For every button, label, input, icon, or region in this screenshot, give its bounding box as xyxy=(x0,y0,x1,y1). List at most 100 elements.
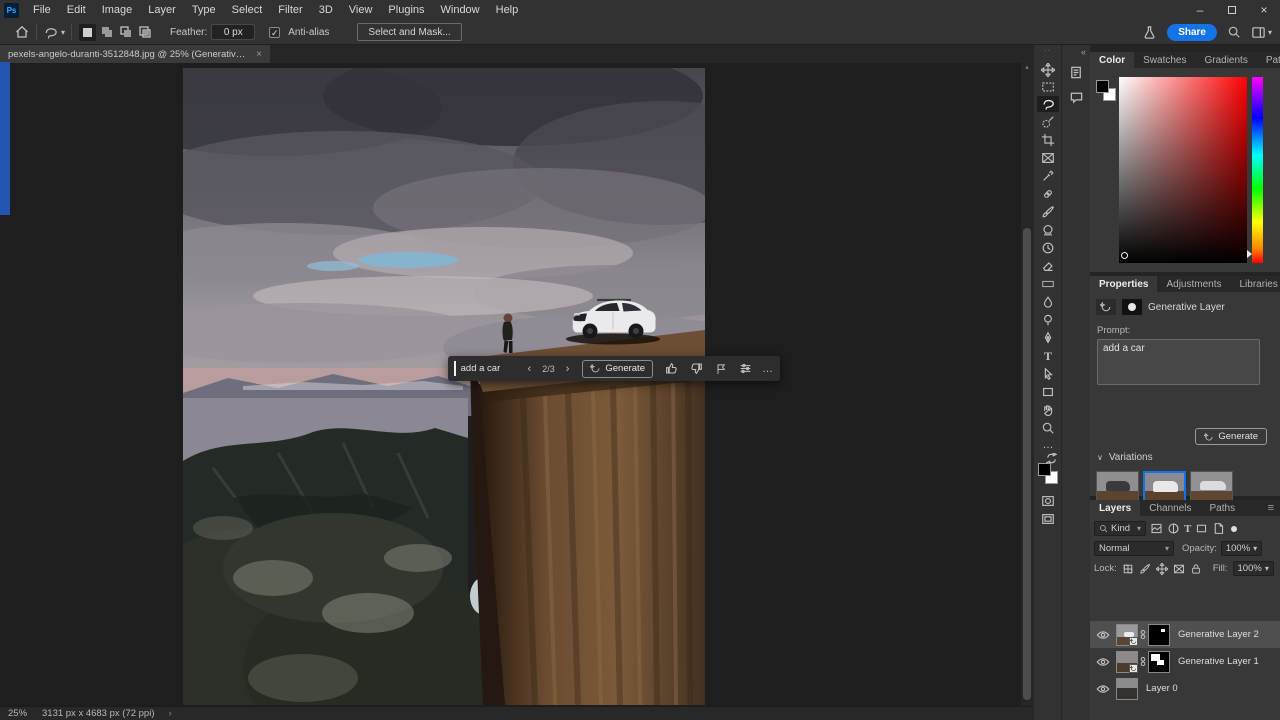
opacity-value[interactable]: 100% ▾ xyxy=(1220,541,1263,556)
lasso-tool[interactable] xyxy=(1037,96,1059,112)
menu-3d[interactable]: 3D xyxy=(311,0,341,20)
variation-thumb-2-selected[interactable] xyxy=(1143,471,1186,503)
maximize-button[interactable] xyxy=(1216,0,1248,20)
menu-type[interactable]: Type xyxy=(184,0,224,20)
menu-plugins[interactable]: Plugins xyxy=(380,0,432,20)
lock-all-icon[interactable] xyxy=(1190,563,1202,575)
tab-adjustments[interactable]: Adjustments xyxy=(1157,276,1230,292)
crop-tool[interactable] xyxy=(1037,132,1059,148)
screen-mode-icon[interactable] xyxy=(1037,511,1059,527)
lock-position-icon[interactable] xyxy=(1156,563,1168,575)
history-panel-icon[interactable] xyxy=(1062,59,1090,80)
tab-gradients[interactable]: Gradients xyxy=(1195,52,1256,68)
minimize-button[interactable]: – xyxy=(1184,0,1216,20)
menu-filter[interactable]: Filter xyxy=(270,0,310,20)
pen-tool[interactable] xyxy=(1037,330,1059,346)
more-options-icon[interactable]: … xyxy=(758,363,774,375)
history-brush-tool[interactable] xyxy=(1037,240,1059,256)
layer-row-generative-2[interactable]: Generative Layer 2 xyxy=(1090,621,1280,648)
tab-layers[interactable]: Layers xyxy=(1090,500,1141,516)
layer-name[interactable]: Generative Layer 2 xyxy=(1178,629,1259,640)
layer-mask-thumbnail[interactable] xyxy=(1148,650,1170,673)
thumbs-down-icon[interactable] xyxy=(684,362,709,375)
properties-generate-button[interactable]: Generate xyxy=(1195,428,1267,445)
report-flag-icon[interactable] xyxy=(709,363,733,375)
home-icon[interactable] xyxy=(14,24,30,40)
type-tool[interactable]: T xyxy=(1037,348,1059,364)
menu-select[interactable]: Select xyxy=(224,0,271,20)
layer-name[interactable]: Generative Layer 1 xyxy=(1178,656,1259,667)
layers-panel-menu-icon[interactable]: ≡ xyxy=(1262,500,1280,516)
share-button[interactable]: Share xyxy=(1167,23,1217,41)
visibility-eye-icon[interactable] xyxy=(1090,628,1116,642)
menu-window[interactable]: Window xyxy=(433,0,488,20)
fill-value[interactable]: 100% ▾ xyxy=(1232,561,1274,576)
brush-tool[interactable] xyxy=(1037,204,1059,220)
variation-thumb-3[interactable] xyxy=(1190,471,1233,503)
variations-chevron-icon[interactable]: ∨ xyxy=(1097,453,1103,462)
subtract-from-selection-icon[interactable] xyxy=(117,24,134,41)
vertical-scrollbar[interactable]: ▴ xyxy=(1021,63,1033,706)
layer-thumbnail[interactable] xyxy=(1116,677,1138,700)
expand-panels-icon[interactable]: « xyxy=(1062,45,1090,59)
menu-layer[interactable]: Layer xyxy=(140,0,184,20)
eraser-tool[interactable] xyxy=(1037,258,1059,274)
layer-filter-kind-dropdown[interactable]: Kind ▾ xyxy=(1094,521,1146,536)
status-expand-icon[interactable]: › xyxy=(169,708,172,719)
generate-button[interactable]: Generate xyxy=(582,359,653,378)
zoom-tool[interactable] xyxy=(1037,420,1059,436)
antialias-checkbox[interactable]: ✓ xyxy=(269,26,281,38)
edit-toolbar-icon[interactable]: … xyxy=(1037,437,1059,453)
hand-tool[interactable] xyxy=(1037,402,1059,418)
thumbs-up-icon[interactable] xyxy=(659,362,684,375)
lock-artboard-icon[interactable] xyxy=(1173,563,1185,575)
blend-mode-dropdown[interactable]: Normal ▾ xyxy=(1094,541,1174,556)
intersect-selection-icon[interactable] xyxy=(136,24,153,41)
menu-image[interactable]: Image xyxy=(94,0,141,20)
gradient-tool[interactable] xyxy=(1037,276,1059,292)
visibility-eye-icon[interactable] xyxy=(1090,682,1116,696)
frame-tool[interactable] xyxy=(1037,150,1059,166)
menu-help[interactable]: Help xyxy=(488,0,527,20)
gen-prompt-input[interactable]: add a car xyxy=(461,363,521,374)
filter-adjustment-icon[interactable] xyxy=(1167,522,1180,535)
new-selection-icon[interactable] xyxy=(79,23,97,41)
dodge-tool[interactable] xyxy=(1037,312,1059,328)
beta-flask-icon[interactable] xyxy=(1142,25,1157,40)
quick-mask-icon[interactable] xyxy=(1037,493,1059,509)
spot-healing-tool[interactable] xyxy=(1037,186,1059,202)
marquee-tool[interactable] xyxy=(1037,79,1059,95)
comments-panel-icon[interactable] xyxy=(1062,80,1090,105)
menu-view[interactable]: View xyxy=(341,0,381,20)
add-to-selection-icon[interactable] xyxy=(98,24,115,41)
photoshop-logo-icon[interactable]: Ps xyxy=(4,2,19,18)
lock-transparent-icon[interactable] xyxy=(1122,563,1134,575)
mask-link-icon[interactable] xyxy=(1140,628,1146,641)
feather-input[interactable]: 0 px xyxy=(211,24,256,40)
close-button[interactable]: × xyxy=(1248,0,1280,20)
path-selection-tool[interactable] xyxy=(1037,366,1059,382)
foreground-color-swatch[interactable] xyxy=(1038,463,1051,476)
color-field-marker[interactable] xyxy=(1121,252,1128,259)
mask-link-icon[interactable] xyxy=(1140,655,1146,668)
toolbar-grip[interactable]: ·· xyxy=(1034,47,1061,55)
filter-toggle-icon[interactable] xyxy=(1231,525,1238,532)
variation-thumb-1[interactable] xyxy=(1096,471,1139,503)
eyedropper-tool[interactable] xyxy=(1037,168,1059,184)
filter-shape-icon[interactable] xyxy=(1195,522,1208,535)
document-tab[interactable]: pexels-angelo-duranti-3512848.jpg @ 25% … xyxy=(0,45,270,63)
filter-pixel-icon[interactable] xyxy=(1150,522,1163,535)
rectangle-tool[interactable] xyxy=(1037,384,1059,400)
tab-patterns[interactable]: Patterns xyxy=(1257,52,1280,68)
layer-row-generative-1[interactable]: Generative Layer 1 xyxy=(1090,648,1280,675)
hue-slider-marker[interactable] xyxy=(1247,250,1252,258)
document-image[interactable] xyxy=(183,68,705,705)
active-tool-preset[interactable]: ▾ xyxy=(43,25,65,40)
close-tab-icon[interactable]: × xyxy=(256,49,262,60)
filter-type-icon[interactable]: T xyxy=(1184,523,1191,535)
layer-thumbnail[interactable] xyxy=(1116,650,1138,673)
select-and-mask-button[interactable]: Select and Mask... xyxy=(357,23,462,41)
next-variation-icon[interactable]: › xyxy=(559,363,577,375)
workspace-switcher[interactable]: ▾ xyxy=(1251,25,1272,40)
tab-properties[interactable]: Properties xyxy=(1090,276,1158,292)
